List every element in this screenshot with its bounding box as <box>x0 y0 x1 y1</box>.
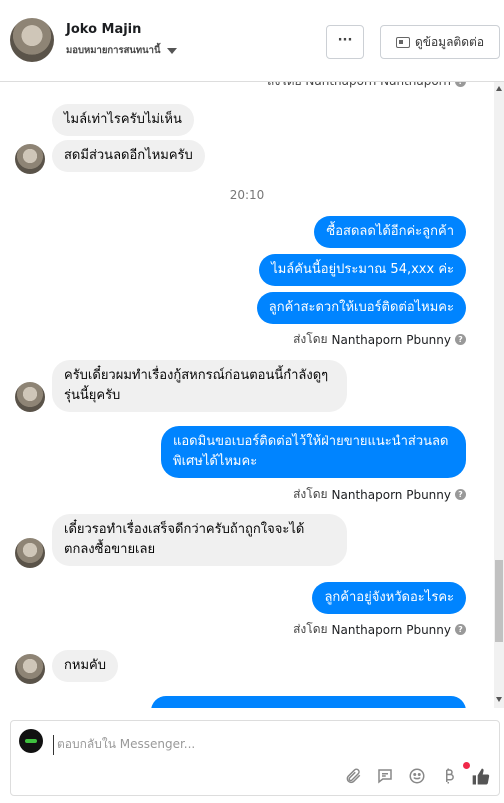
reply-input[interactable]: ตอบกลับใน Messenger... <box>53 735 473 755</box>
view-contact-button[interactable]: ดูข้อมูลติดต่อ <box>380 25 500 59</box>
scroll-down-icon[interactable] <box>496 697 502 702</box>
sent-by-name: Nanthaporn Pbunny <box>331 332 451 347</box>
outgoing-message[interactable]: ซื้อสดลดได้อีกค่ะลูกค้า <box>314 216 466 248</box>
conversation-header: Joko Majin มอบหมายการสนทนานี้ ··· ดูข้อม… <box>0 0 504 82</box>
avatar[interactable] <box>15 382 45 412</box>
saved-replies-icon[interactable] <box>375 767 395 787</box>
message-line: ตกลงซื้อขายเลย <box>64 542 156 557</box>
emoji-icon[interactable] <box>407 767 427 787</box>
sent-by-label: ส่งโดย <box>293 487 328 501</box>
page-avatar <box>19 729 43 753</box>
avatar[interactable] <box>15 538 45 568</box>
contact-card-icon <box>395 36 410 48</box>
outgoing-message[interactable]: ลูกค้าสะดวกให้เบอร์ติดต่อไหมคะ <box>256 292 466 324</box>
sent-by-label: ส่งโดย <box>293 332 328 346</box>
help-icon[interactable]: ? <box>455 624 466 635</box>
avatar[interactable] <box>15 654 45 684</box>
sent-by-partial: ส่งโดย Nanthaporn Nanthaporn ? <box>267 82 466 91</box>
message-line: รุ่นนี้ยุครับ <box>64 388 121 403</box>
help-icon[interactable]: ? <box>455 82 466 87</box>
timestamp: 20:10 <box>229 188 265 202</box>
message-thread[interactable]: ส่งโดย Nanthaporn Nanthaporn ? ไมล์เท่าไ… <box>0 82 494 708</box>
message-line: แอดมินขอเบอร์ติดต่อไว้ให้ฝ่ายขายแนะนำส่ว… <box>173 434 449 449</box>
assign-label: มอบหมายการสนทนานี้ <box>66 45 161 56</box>
view-contact-label: ดูข้อมูลติดต่อ <box>414 34 485 49</box>
outgoing-message[interactable]: ไมล์คันนี้อยู่ประมาณ 54,xxx ค่ะ <box>259 254 466 286</box>
contact-name[interactable]: Joko Majin <box>66 22 141 37</box>
incoming-message[interactable]: ไมล์เท่าไรครับไม่เห็น <box>52 104 194 136</box>
message-line: เดี๋ยวรอทำเรื่องเสร็จดีกว่าครับถ้าถูกใจจ… <box>64 522 305 537</box>
attachment-icon[interactable] <box>343 767 363 787</box>
sent-by-name: Nanthaporn Pbunny <box>331 622 451 637</box>
outgoing-message-partial[interactable] <box>151 696 466 708</box>
notification-dot <box>463 762 470 769</box>
incoming-message[interactable]: เดี๋ยวรอทำเรื่องเสร็จดีกว่าครับถ้าถูกใจจ… <box>52 514 347 566</box>
scroll-up-icon[interactable] <box>496 86 502 91</box>
sent-by-text: ส่งโดย Nanthaporn Nanthaporn <box>267 82 451 91</box>
message-composer: ตอบกลับใน Messenger... <box>10 720 500 796</box>
sent-by: ส่งโดย Nanthaporn Pbunny ? <box>293 485 466 504</box>
more-options-button[interactable]: ··· <box>326 25 364 59</box>
sent-by: ส่งโดย Nanthaporn Pbunny ? <box>293 620 466 639</box>
chevron-down-icon <box>166 47 177 54</box>
outgoing-message[interactable]: ลูกค้าอยู่จังหวัดอะไรคะ <box>312 582 466 614</box>
avatar[interactable] <box>15 144 45 174</box>
sent-by-name: Nanthaporn Pbunny <box>331 487 451 502</box>
composer-toolbar <box>343 767 491 787</box>
assign-conversation[interactable]: มอบหมายการสนทนานี้ <box>66 43 177 58</box>
sent-by-label: ส่งโดย <box>293 622 328 636</box>
thumbs-up-icon[interactable] <box>471 767 491 787</box>
scrollbar-thumb[interactable] <box>495 560 503 642</box>
payment-icon[interactable] <box>439 767 459 787</box>
outgoing-message[interactable]: แอดมินขอเบอร์ติดต่อไว้ให้ฝ่ายขายแนะนำส่ว… <box>161 426 466 478</box>
incoming-message[interactable]: สดมีส่วนลดอีกไหมครับ <box>52 140 205 172</box>
avatar[interactable] <box>10 18 54 62</box>
incoming-message[interactable]: ครับเดี๋ยวผมทำเรื่องกู้สหกรณ์ก่อนตอนนี้ก… <box>52 360 347 412</box>
incoming-message[interactable]: กหมคับ <box>52 650 118 682</box>
message-line: ครับเดี๋ยวผมทำเรื่องกู้สหกรณ์ก่อนตอนนี้ก… <box>64 368 329 383</box>
message-line: พิเศษได้ไหมคะ <box>173 454 258 469</box>
sent-by: ส่งโดย Nanthaporn Pbunny ? <box>293 330 466 349</box>
help-icon[interactable]: ? <box>455 334 466 345</box>
help-icon[interactable]: ? <box>455 489 466 500</box>
